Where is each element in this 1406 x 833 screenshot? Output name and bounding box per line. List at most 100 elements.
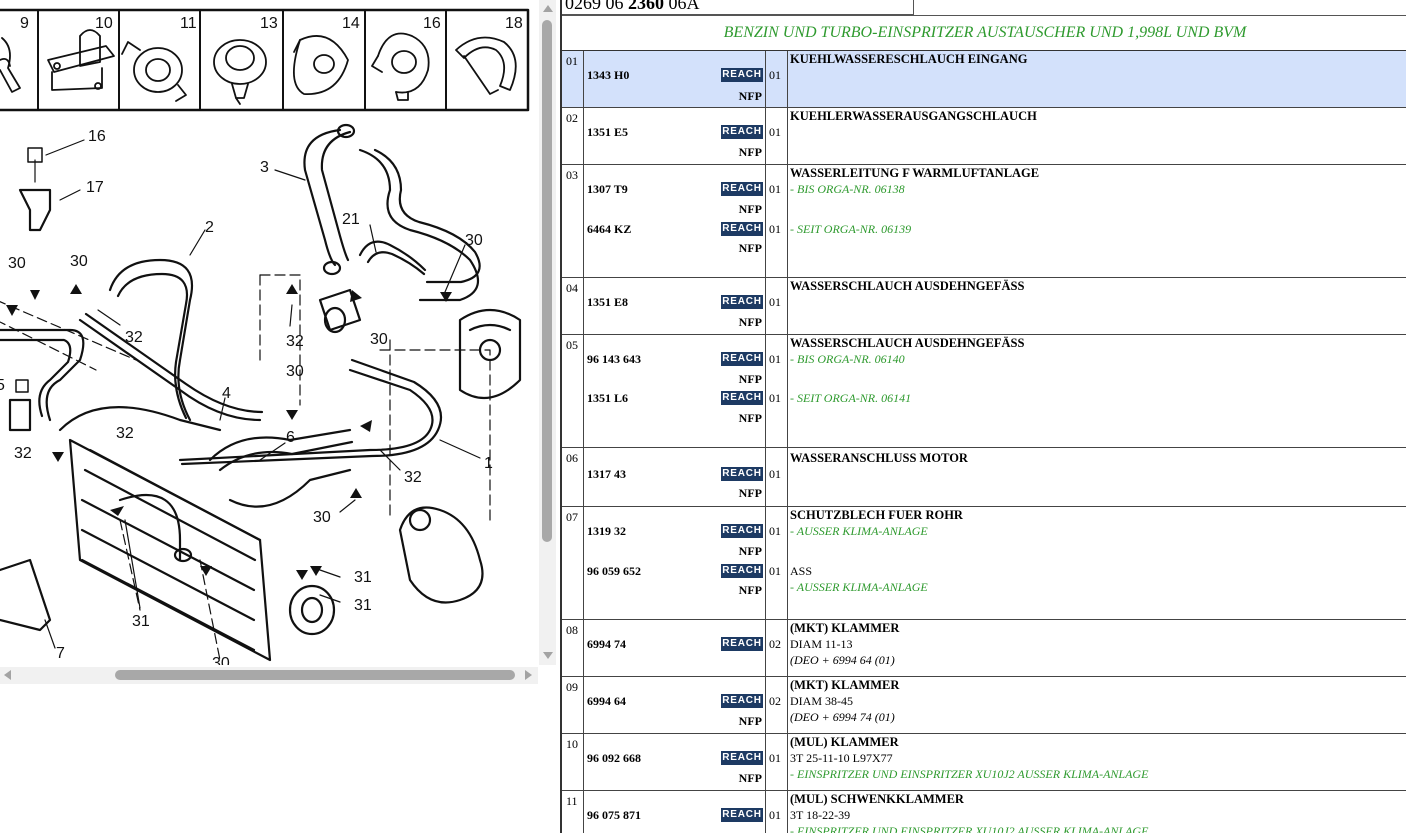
callout-30f: 30	[313, 509, 331, 526]
part-title: (MKT) KLAMMER	[790, 621, 900, 635]
section-title: BENZIN UND TURBO-EINSPRITZER AUSTAUSCHER…	[562, 16, 1406, 52]
reach-badge: REACH	[721, 564, 763, 578]
scroll-right-arrow-icon[interactable]	[525, 670, 532, 680]
part-reference[interactable]: 6464 KZ	[587, 222, 631, 237]
direction-arrows	[6, 284, 452, 580]
quantity: 01	[769, 751, 781, 765]
quantity: 02	[769, 694, 781, 708]
variant-note: - SEIT ORGA-NR. 06141	[790, 391, 912, 405]
row-references: 6994 74 REACH	[585, 620, 766, 676]
row-number: 03	[562, 165, 584, 277]
part-reference[interactable]: 1307 T9	[587, 182, 628, 197]
row-number: 10	[562, 734, 584, 790]
reach-badge: REACH	[721, 68, 763, 82]
callout-30g: 30	[212, 655, 230, 665]
reach-badge: REACH	[721, 295, 763, 309]
part-title: WASSERANSCHLUSS MOTOR	[790, 451, 968, 465]
table-row[interactable]: 05 96 143 643 REACH NFP 1351 L6 REACH NF…	[562, 335, 1406, 448]
callout-14: 14	[342, 15, 360, 32]
callout-31b: 31	[354, 597, 372, 614]
variant-note: - BIS ORGA-NR. 06140	[790, 352, 905, 366]
part-reference[interactable]: 1319 32	[587, 524, 626, 539]
callout-3: 3	[260, 159, 269, 176]
callout-10: 10	[95, 15, 113, 32]
table-row[interactable]: 11 96 075 871 REACH 01 (MUL) SCHWENKKLAM…	[562, 791, 1406, 833]
vertical-scroll-thumb[interactable]	[542, 20, 552, 542]
nfp-label: NFP	[738, 411, 762, 425]
reference-main: 2360	[628, 0, 664, 13]
row-quantity: 01	[766, 278, 788, 334]
horizontal-scroll-thumb[interactable]	[115, 670, 515, 680]
scroll-down-arrow-icon[interactable]	[543, 652, 553, 659]
callout-31c: 31	[132, 613, 150, 630]
reach-badge: REACH	[721, 808, 763, 822]
reach-badge: REACH	[721, 637, 763, 651]
quantity: 02	[769, 637, 781, 651]
exploded-diagram-view[interactable]: 9 10 11 13 14 16 18 16 17 3 2 21 30 30 3…	[0, 0, 538, 665]
diagram-vertical-scrollbar[interactable]	[539, 0, 556, 665]
table-row[interactable]: 07 1319 32 REACH NFP 96 059 652 REACH NF…	[562, 507, 1406, 620]
row-quantity: 01	[766, 51, 788, 107]
variant-note: - BIS ORGA-NR. 06138	[790, 182, 905, 196]
clip-11-drawing	[121, 41, 187, 102]
nfp-label: NFP	[738, 315, 762, 329]
row-references: 6994 64 REACH NFP	[585, 677, 766, 733]
table-row[interactable]: 10 96 092 668 REACH NFP 01 (MUL) KLAMMER…	[562, 734, 1406, 791]
row-description: SCHUTZBLECH FUER ROHR - AUSSER KLIMA-ANL…	[788, 507, 1406, 619]
part-reference[interactable]: 6994 74	[587, 637, 626, 652]
part-note: (DEO + 6994 64 (01)	[790, 653, 895, 667]
quantity: 01	[769, 808, 781, 822]
row-number: 04	[562, 278, 584, 334]
part-title: (MUL) KLAMMER	[790, 735, 899, 749]
part-reference[interactable]: 1343 H0	[587, 68, 629, 83]
assembly-lines	[0, 274, 491, 661]
table-row[interactable]: 04 1351 E8 REACH NFP 01 WASSERSCHLAUCH A…	[562, 278, 1406, 335]
parts-list-pane: 0269 06 2360 06A BENZIN UND TURBO-EINSPR…	[560, 0, 1406, 833]
diagram-reference: 0269 06 2360 06A	[562, 0, 914, 15]
scroll-up-arrow-icon[interactable]	[543, 5, 553, 12]
clip-10-drawing	[47, 29, 115, 91]
row-quantity: 01	[766, 448, 788, 506]
row-description: (MUL) SCHWENKKLAMMER 3T 18-22-39 - EINSP…	[788, 791, 1406, 833]
hose-network	[0, 123, 522, 662]
part-reference[interactable]: 96 143 643	[587, 352, 641, 367]
quantity: 01	[769, 68, 781, 82]
callout-9: 9	[20, 15, 29, 32]
callout-1: 1	[484, 455, 493, 472]
part-spec: 3T 25-11-10 L97X77	[790, 751, 893, 765]
part-title: KUEHLWASSERESCHLAUCH EINGANG	[790, 52, 1028, 66]
table-row[interactable]: 01 1343 H0 REACH NFP 01 KUEHLWASSERESCHL…	[562, 51, 1406, 108]
table-row[interactable]: 09 6994 64 REACH NFP 02 (MKT) KLAMMER DI…	[562, 677, 1406, 734]
table-row[interactable]: 02 1351 E5 REACH NFP 01 KUEHLERWASSERAUS…	[562, 108, 1406, 165]
diagram-horizontal-scrollbar[interactable]	[0, 667, 538, 684]
table-row[interactable]: 03 1307 T9 REACH NFP 6464 KZ REACH NFP 0…	[562, 165, 1406, 278]
row-references: 1317 43 REACH NFP	[585, 448, 766, 506]
table-row[interactable]: 08 6994 74 REACH 02 (MKT) KLAMMER DIAM 1…	[562, 620, 1406, 677]
row-references: 1319 32 REACH NFP 96 059 652 REACH NFP	[585, 507, 766, 619]
part-reference[interactable]: 1351 E5	[587, 125, 628, 140]
part-reference[interactable]: 1351 L6	[587, 391, 628, 406]
reference-suffix: 06A	[664, 0, 700, 13]
part-reference[interactable]: 96 059 652	[587, 564, 641, 579]
row-description: (MUL) KLAMMER 3T 25-11-10 L97X77 - EINSP…	[788, 734, 1406, 790]
variant-note: - EINSPRITZER UND EINSPRITZER XU10J2 AUS…	[790, 767, 1149, 781]
table-row[interactable]: 06 1317 43 REACH NFP 01 WASSERANSCHLUSS …	[562, 448, 1406, 507]
part-title: SCHUTZBLECH FUER ROHR	[790, 508, 963, 522]
part-reference[interactable]: 6994 64	[587, 694, 626, 709]
part-reference[interactable]: 1351 E8	[587, 295, 628, 310]
scroll-left-arrow-icon[interactable]	[4, 670, 11, 680]
clip-18-drawing	[455, 36, 517, 95]
part-reference[interactable]: 96 075 871	[587, 808, 641, 823]
callout-30d: 30	[370, 331, 388, 348]
row-references: 96 143 643 REACH NFP 1351 L6 REACH NFP	[585, 335, 766, 447]
row-description: KUEHLERWASSERAUSGANGSCHLAUCH	[788, 108, 1406, 164]
quantity: 01	[769, 295, 781, 309]
part-reference[interactable]: 1317 43	[587, 467, 626, 482]
row-number: 08	[562, 620, 584, 676]
part-title: KUEHLERWASSERAUSGANGSCHLAUCH	[790, 109, 1037, 123]
callout-11: 11	[180, 15, 197, 32]
reach-badge: REACH	[721, 751, 763, 765]
part-reference[interactable]: 96 092 668	[587, 751, 641, 766]
callout-32a: 32	[125, 329, 143, 346]
exploded-diagram: 9 10 11 13 14 16 18 16 17 3 2 21 30 30 3…	[0, 8, 530, 665]
